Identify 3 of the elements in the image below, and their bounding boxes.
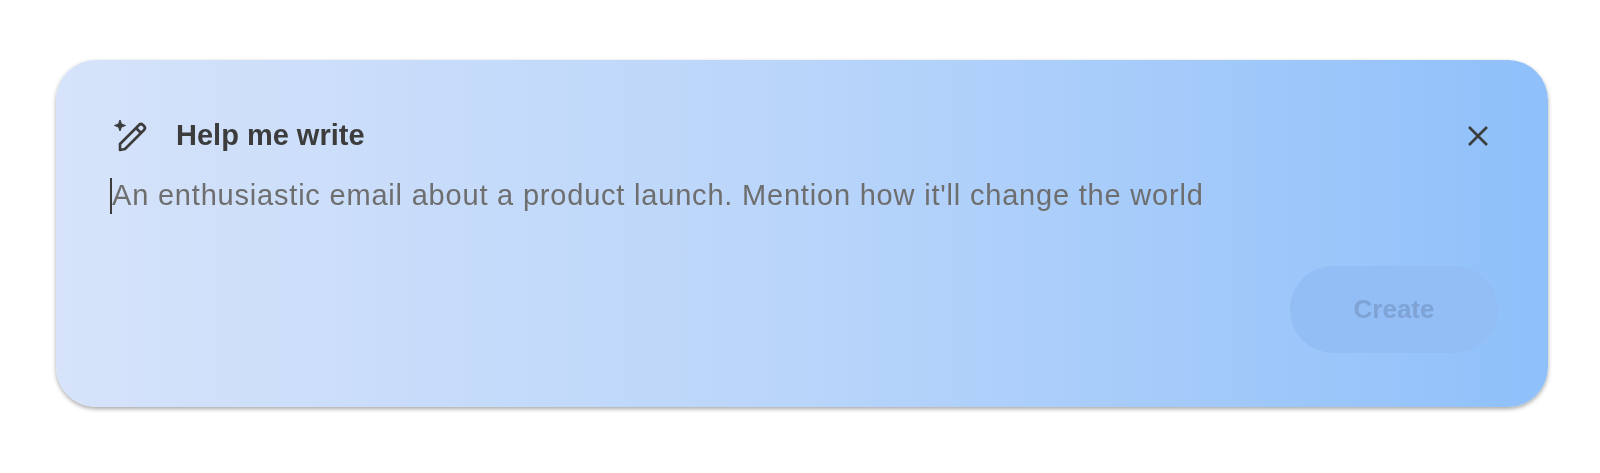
dialog-title: Help me write: [176, 118, 365, 154]
close-icon[interactable]: [1467, 125, 1489, 147]
prompt-field[interactable]: An enthusiastic email about a product launch. Mention how it'll change the world: [112, 174, 1498, 218]
